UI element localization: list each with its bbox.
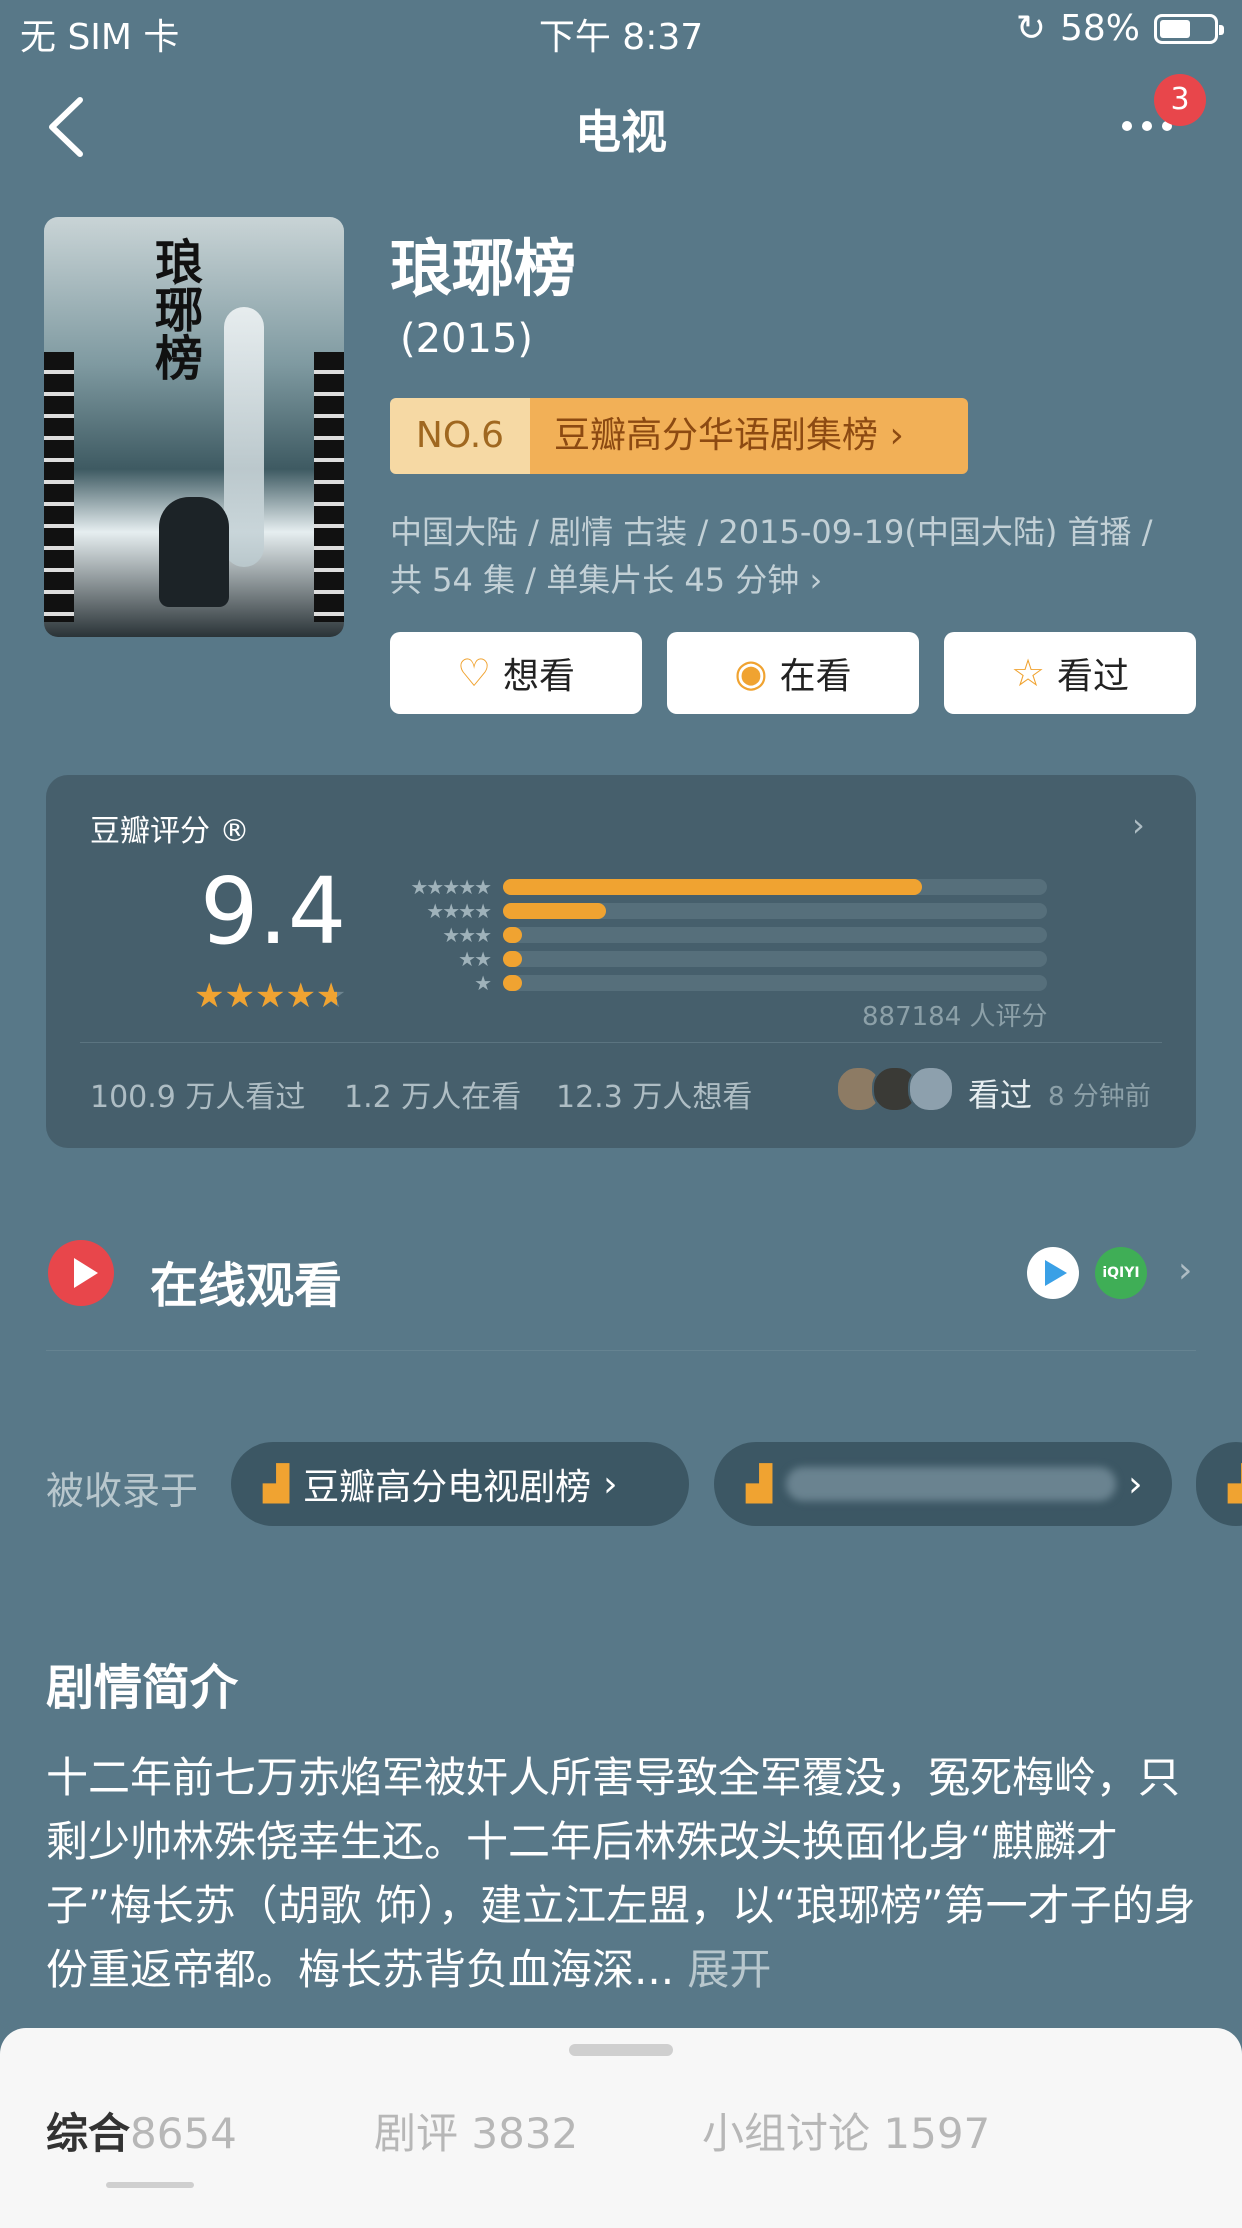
chevron-right-icon: › [603,1463,618,1505]
rotation-lock-icon: ↻ [1015,8,1046,49]
tab-indicator [106,2182,194,2188]
poster-window-right [314,352,344,622]
list-pill[interactable]: ▟ › [714,1442,1172,1526]
want-to-watch-label: 想看 [503,656,576,697]
distribution-bar [503,903,607,919]
rating-stars: ★★★★★ ★★★★★ [194,976,347,1016]
chevron-right-icon: › [809,561,823,599]
synopsis-title: 剧情简介 [46,1660,239,1716]
distribution-bar [503,879,922,895]
watched-button[interactable]: ☆ 看过 [944,632,1196,714]
ranking-icon: ▟ [263,1464,290,1504]
divider [80,1042,1162,1043]
friend-action: 看过 [968,1076,1033,1114]
list-pill[interactable]: ▟ 豆瓣高分电视剧榜 › [231,1442,689,1526]
ranking-icon: ▟ [1228,1464,1242,1504]
meta-line-1: 中国大陆 / 剧情 古装 / 2015-09-19(中国大陆) 首播 / [390,513,1153,551]
ranking-icon: ▟ [746,1464,773,1504]
movie-title: 琅琊榜 [390,232,577,305]
watched-count: 100.9 万人看过 [90,1080,306,1115]
chevron-right-icon: › [1128,1463,1143,1505]
distribution-track [503,903,1047,919]
distribution-stars: ★ [474,971,492,995]
poster-image[interactable]: 琅琊榜 [44,217,344,637]
distribution-track [503,927,1047,943]
distribution-track [503,975,1047,991]
sheet-handle[interactable] [569,2044,673,2056]
rank-banner[interactable]: NO.6 豆瓣高分华语剧集榜 › [390,398,968,474]
notification-badge: 3 [1154,74,1206,126]
rating-distribution-row: ★ [385,966,1047,1000]
friend-time: 8 分钟前 [1048,1082,1151,1112]
synopsis-text: 十二年前七万赤焰军被奸人所害导致全军覆没，冤死梅岭，只剩少帅林殊侥幸生还。十二年… [46,1753,1196,1994]
chevron-right-icon[interactable]: › [1132,806,1145,844]
status-bar: 无 SIM 卡 下午 8:37 ↻ 58% [0,0,1242,60]
list-name: 豆瓣高分电视剧榜 [303,1467,592,1508]
battery-icon [1154,13,1224,44]
list-pill[interactable]: ▟ [1196,1442,1242,1526]
tab-reviews[interactable]: 剧评 3832 [374,2100,578,2161]
poster-waterfall [224,307,264,567]
rank-number: NO.6 [390,398,530,474]
watched-label: 看过 [1057,656,1130,697]
status-right: ↻ 58% [1015,8,1224,49]
rating-score: 9.4 [200,858,347,965]
expand-link[interactable]: 展开 [687,1945,771,1994]
meta-line-2: 共 54 集 / 单集片长 45 分钟 › [390,561,823,599]
watching-button[interactable]: ◉ 在看 [667,632,919,714]
blurred-list-name [786,1467,1117,1501]
iqiyi-icon[interactable]: iQIYI [1095,1247,1147,1299]
play-icon[interactable] [48,1240,114,1306]
rating-count: 887184 人评分 [862,1002,1048,1032]
chevron-right-icon[interactable]: › [1178,1250,1192,1291]
distribution-bar [503,975,523,991]
battery-percent: 58% [1059,8,1140,49]
page-title: 电视 [575,105,667,159]
movie-year: (2015) [400,316,534,362]
heart-plus-icon: ♡ [456,651,492,695]
star-outline-icon: ☆ [1010,651,1046,695]
chevron-right-icon: › [889,415,904,456]
avatar[interactable] [908,1066,954,1112]
divider [46,1350,1196,1351]
want-to-watch-button[interactable]: ♡ 想看 [390,632,642,714]
rank-list-name: 豆瓣高分华语剧集榜 › [530,398,968,474]
watching-label: 在看 [779,656,852,697]
poster-figure [159,497,229,607]
target-icon: ◉ [734,651,768,695]
distribution-track [503,951,1047,967]
watching-count: 1.2 万人在看 [344,1080,522,1115]
poster-window-left [44,352,74,622]
rating-card-title: 豆瓣评分 ® [90,814,250,849]
tencent-video-icon[interactable] [1027,1247,1079,1299]
tab-group-discussion[interactable]: 小组讨论 1597 [702,2100,990,2161]
distribution-bar [503,951,523,967]
online-watch-label[interactable]: 在线观看 [150,1246,342,1316]
poster-title: 琅琊榜 [146,237,202,381]
want-count: 12.3 万人想看 [556,1080,753,1115]
tab-overview[interactable]: 综合8654 [46,2100,237,2161]
movie-meta[interactable]: 中国大陆 / 剧情 古装 / 2015-09-19(中国大陆) 首播 / 共 5… [390,508,1190,604]
included-label: 被收录于 [46,1469,199,1513]
distribution-track [503,879,1047,895]
distribution-bar [503,927,523,943]
